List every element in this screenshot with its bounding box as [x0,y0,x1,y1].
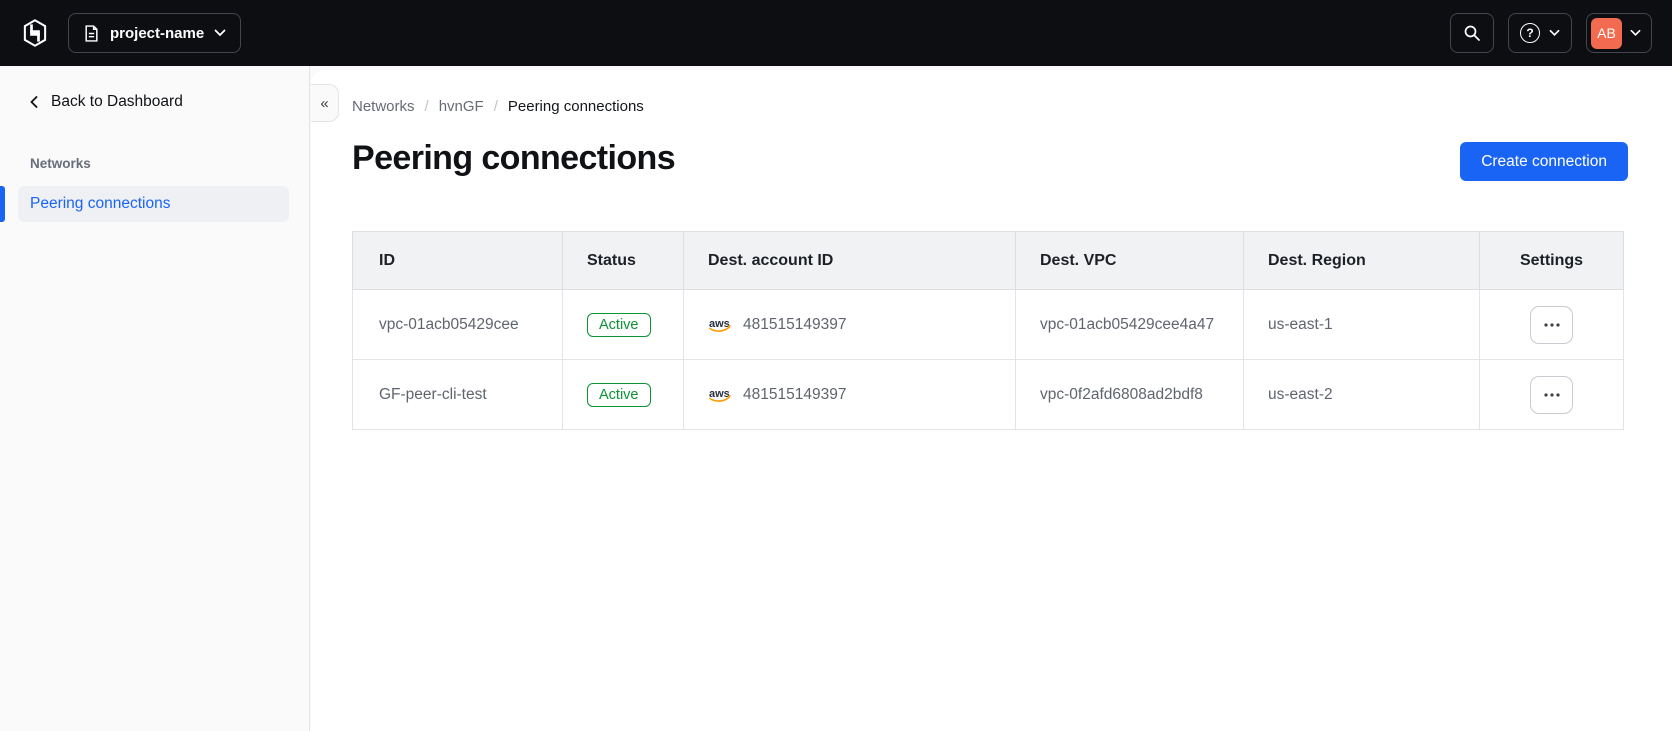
back-label: Back to Dashboard [51,93,183,110]
chevron-down-icon [214,29,226,37]
search-button[interactable] [1450,13,1494,53]
cell-status: Active [562,289,684,360]
breadcrumb-separator: / [424,97,429,115]
page-title: Peering connections [352,139,676,177]
chevron-left-icon [30,96,38,108]
top-nav-right: ? AB [1450,13,1652,53]
main-content: Networks / hvnGF / Peering connections P… [311,70,1672,731]
breadcrumb: Networks / hvnGF / Peering connections [352,86,1628,116]
project-switcher-button[interactable]: project-name [68,13,242,53]
column-header-region: Dest. Region [1243,231,1480,290]
account-menu-button[interactable]: AB [1586,13,1652,53]
help-menu-button[interactable]: ? [1508,13,1572,53]
create-connection-button[interactable]: Create connection [1460,142,1628,181]
collapse-icon: « [320,94,329,112]
hashicorp-logo-icon[interactable] [20,18,50,48]
column-header-id: ID [352,231,563,290]
table-header-row: ID Status Dest. account ID Dest. VPC Des… [352,231,1624,290]
sidebar-collapse-button[interactable]: « [311,84,339,122]
sidebar-section-networks: Networks [30,156,91,171]
peering-connections-table: ID Status Dest. account ID Dest. VPC Des… [352,231,1624,430]
back-to-dashboard-link[interactable]: Back to Dashboard [30,92,309,112]
aws-icon: aws [709,318,731,332]
cell-settings [1479,289,1624,360]
cell-vpc: vpc-01acb05429cee4a47 [1015,289,1244,360]
cell-account: aws 481515149397 [683,359,1016,430]
active-indicator-bar [0,186,5,222]
cell-region: us-east-2 [1243,359,1480,430]
sidebar: Back to Dashboard Networks Peering conne… [0,66,310,731]
app-shell: Back to Dashboard Networks Peering conne… [0,66,1672,731]
help-icon: ? [1520,23,1540,43]
aws-icon: aws [709,388,731,402]
cell-id: GF-peer-cli-test [352,359,563,430]
chevron-down-icon [1630,29,1641,37]
cell-account: aws 481515149397 [683,289,1016,360]
project-switcher-label: project-name [110,24,205,42]
page-header: Peering connections Create connection [352,138,1628,181]
status-badge: Active [587,382,651,407]
breadcrumb-current: Peering connections [507,97,644,115]
cell-vpc: vpc-0f2afd6808ad2bdf8 [1015,359,1244,430]
status-badge: Active [587,312,651,337]
document-icon [83,24,100,42]
search-icon [1463,24,1481,42]
breadcrumb-separator: / [493,97,498,115]
account-id-value: 481515149397 [743,315,847,333]
ellipsis-icon [1543,392,1560,397]
row-settings-button[interactable] [1530,375,1573,414]
breadcrumb-networks[interactable]: Networks [352,98,415,115]
cell-status: Active [562,359,684,430]
row-settings-button[interactable] [1530,305,1573,344]
breadcrumb-hvn[interactable]: hvnGF [439,98,484,115]
avatar: AB [1591,17,1622,49]
chevron-down-icon [1549,29,1560,37]
ellipsis-icon [1543,322,1560,327]
table-row: vpc-01acb05429cee Active aws 48151514939… [352,289,1624,360]
top-nav: project-name ? AB [0,0,1672,66]
account-id-value: 481515149397 [743,385,847,403]
cell-settings [1479,359,1624,430]
table-row: GF-peer-cli-test Active aws 481515149397 [352,359,1624,430]
column-header-settings: Settings [1479,231,1624,290]
sidebar-item-wrap: Peering connections [0,186,309,222]
cell-id: vpc-01acb05429cee [352,289,563,360]
cell-region: us-east-1 [1243,289,1480,360]
sidebar-item-peering-connections[interactable]: Peering connections [18,186,289,222]
column-header-status: Status [562,231,684,290]
column-header-account: Dest. account ID [683,231,1016,290]
column-header-vpc: Dest. VPC [1015,231,1244,290]
sidebar-item-label: Peering connections [30,195,171,212]
